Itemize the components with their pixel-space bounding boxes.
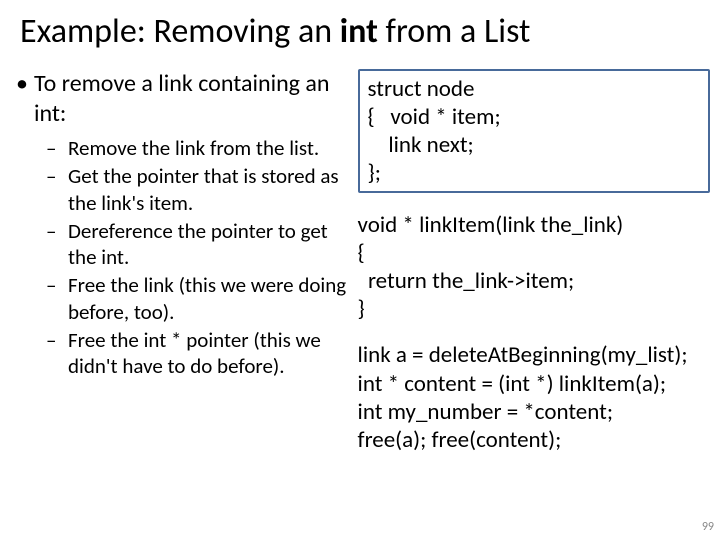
sub-bullet-list: – Remove the link from the list. – Get t…	[46, 135, 348, 379]
dash-icon: –	[46, 218, 68, 271]
dash-icon: –	[46, 272, 68, 325]
slide-body: • To remove a link containing an int: – …	[0, 51, 720, 472]
sub-bullet: – Dereference the pointer to get the int…	[46, 218, 348, 271]
main-bullet-text: To remove a link containing an int:	[34, 69, 348, 129]
title-pre: Example: Removing an	[20, 11, 340, 52]
sub-bullet-text: Free the int * pointer (this we didn't h…	[68, 327, 348, 380]
title-post: from a List	[378, 11, 531, 52]
dash-icon: –	[46, 163, 68, 216]
right-column: struct node { void * item; link next; };…	[358, 69, 710, 472]
left-column: • To remove a link containing an int: – …	[10, 69, 348, 472]
struct-code-box: struct node { void * item; link next; };	[358, 69, 710, 193]
sub-bullet: – Remove the link from the list.	[46, 135, 348, 161]
sub-bullet: – Get the pointer that is stored as the …	[46, 163, 348, 216]
sub-bullet-text: Dereference the pointer to get the int.	[68, 218, 348, 271]
sub-bullet-text: Get the pointer that is stored as the li…	[68, 163, 348, 216]
sub-bullet-text: Remove the link from the list.	[68, 135, 348, 161]
function-code: void * linkItem(link the_link) { return …	[358, 211, 710, 323]
slide-title: Example: Removing an int from a List	[0, 0, 720, 51]
sub-bullet: – Free the link (this we were doing befo…	[46, 272, 348, 325]
sub-bullet-text: Free the link (this we were doing before…	[68, 272, 348, 325]
slide: Example: Removing an int from a List • T…	[0, 0, 720, 540]
title-bold: int	[340, 11, 378, 52]
sub-bullet: – Free the int * pointer (this we didn't…	[46, 327, 348, 380]
dash-icon: –	[46, 135, 68, 161]
bullet-dot-icon: •	[16, 69, 34, 129]
usage-code: link a = deleteAtBeginning(my_list); int…	[358, 341, 710, 453]
main-bullet: • To remove a link containing an int:	[16, 69, 348, 129]
page-number: 99	[702, 520, 714, 534]
dash-icon: –	[46, 327, 68, 380]
